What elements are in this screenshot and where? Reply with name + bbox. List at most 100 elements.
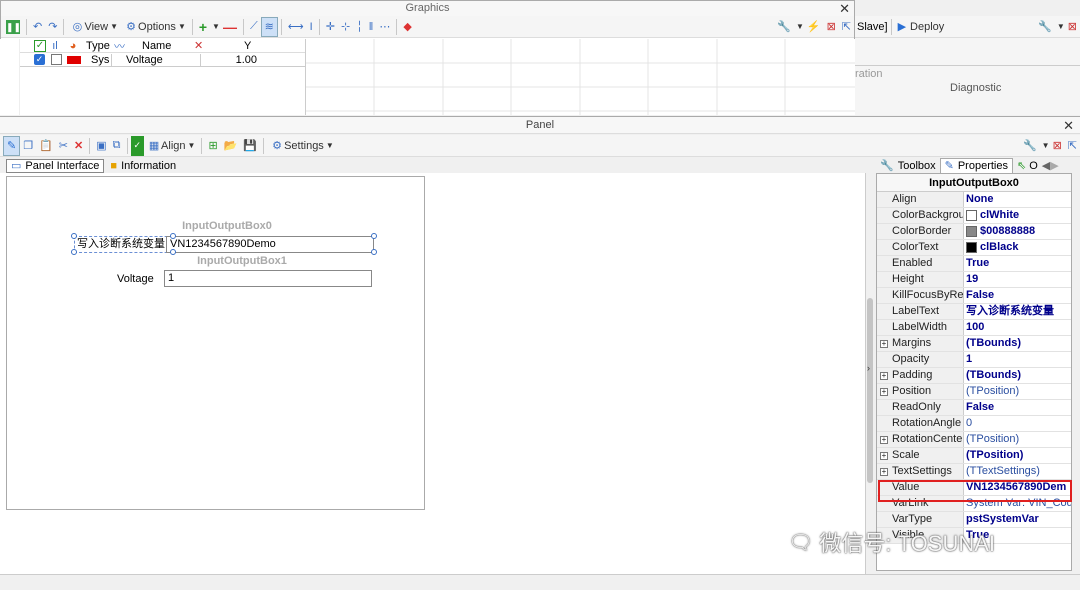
property-row[interactable]: RotationAngle 0	[877, 416, 1071, 432]
property-value[interactable]: False	[964, 400, 1071, 415]
property-row[interactable]: + Position (TPosition)	[877, 384, 1071, 400]
plot-area[interactable]	[306, 39, 855, 115]
more-icon[interactable]: ⋯	[376, 17, 393, 37]
input-output-box0[interactable]: 写入诊断系统变量 VN1234567890Demo	[71, 233, 377, 255]
expand-icon[interactable]: +	[880, 388, 888, 396]
property-row[interactable]: Height 19	[877, 272, 1071, 288]
signal-select-checkbox[interactable]	[51, 54, 62, 65]
remove-signal-button[interactable]: —	[220, 17, 240, 37]
partial-tab-label[interactable]: ration	[855, 68, 883, 80]
signal-visible-checkbox[interactable]: ✓	[34, 54, 45, 65]
right-close-window-icon[interactable]: ⊠	[1065, 17, 1080, 37]
deploy-button[interactable]: ▶ Deploy	[895, 17, 948, 37]
show-checkbox-header[interactable]: ✓	[34, 39, 46, 52]
property-row[interactable]: Opacity 1	[877, 352, 1071, 368]
bring-front-icon[interactable]: ▣	[93, 136, 109, 156]
right-wrench-icon[interactable]: 🔧	[1035, 17, 1055, 37]
property-value[interactable]: clWhite	[964, 208, 1071, 223]
tab-extra[interactable]: ⇖ O	[1013, 159, 1042, 173]
collapse-arrow-icon[interactable]: ›	[867, 363, 870, 373]
crosshair-icon[interactable]: ✛	[323, 17, 338, 37]
redo-icon[interactable]: ↷	[45, 17, 60, 37]
expand-icon[interactable]: +	[880, 372, 888, 380]
undock-icon[interactable]: ⇱	[839, 17, 854, 37]
tab-scroll-left-icon[interactable]: ◀	[1042, 159, 1050, 172]
property-row[interactable]: ColorBorder $00888888	[877, 224, 1071, 240]
cut-icon[interactable]: ✂	[56, 136, 71, 156]
signal-row[interactable]: ✓ Sys Voltage 1.00	[20, 53, 305, 67]
edit-mode-icon[interactable]: ✎	[3, 135, 21, 156]
save-icon[interactable]: 💾	[240, 136, 260, 156]
property-row[interactable]: + Padding (TBounds)	[877, 368, 1071, 384]
settings-menu[interactable]: ⚙ Settings ▼	[267, 136, 337, 156]
paste-icon[interactable]: 📋	[36, 136, 56, 156]
lightning-icon[interactable]: ⚡	[804, 17, 824, 37]
panel-undock-icon[interactable]: ⇱	[1065, 136, 1080, 156]
wrench-icon[interactable]: 🔧	[774, 17, 794, 37]
close-icon[interactable]: ✕	[839, 1, 850, 17]
expand-icon[interactable]: +	[880, 436, 888, 444]
property-value[interactable]: True	[964, 256, 1071, 271]
open-folder-icon[interactable]: 📂	[221, 136, 241, 156]
property-row[interactable]: + Scale (TPosition)	[877, 448, 1071, 464]
panel-close-window-icon[interactable]: ⊠	[1050, 136, 1065, 156]
pause-button[interactable]: ❚❚	[3, 17, 23, 37]
dual-cursor-icon[interactable]: ‖	[366, 17, 377, 37]
box0-field[interactable]: VN1234567890Demo	[166, 236, 374, 253]
undo-icon[interactable]: ↶	[30, 17, 45, 37]
panel-close-icon[interactable]: ✕	[1063, 118, 1074, 134]
property-row[interactable]: ColorBackgrour clWhite	[877, 208, 1071, 224]
box1-field[interactable]: 1	[164, 270, 372, 287]
delete-icon[interactable]: ✕	[71, 136, 86, 156]
fit-y-icon[interactable]: I	[307, 17, 316, 37]
property-value[interactable]: (TPosition)	[964, 384, 1071, 399]
property-value[interactable]: (TBounds)	[964, 336, 1071, 351]
property-value[interactable]: None	[964, 192, 1071, 207]
diagnostic-label[interactable]: Diagnostic	[950, 82, 1001, 94]
property-value[interactable]: 19	[964, 272, 1071, 287]
property-value[interactable]: pstSystemVar	[964, 512, 1071, 527]
panel-design-surface[interactable]: InputOutputBox0 写入诊断系统变量 VN1234567890Dem…	[6, 176, 425, 510]
signal-color[interactable]	[67, 55, 81, 64]
line-chart-icon[interactable]: ⟋	[247, 17, 261, 37]
eraser-icon[interactable]: ◆	[400, 17, 414, 37]
send-back-icon[interactable]: ⧉	[110, 136, 124, 156]
property-row[interactable]: ReadOnly False	[877, 400, 1071, 416]
options-menu[interactable]: ⚙ Options ▼	[121, 17, 189, 37]
property-row[interactable]: Align None	[877, 192, 1071, 208]
copy-icon[interactable]: ❐	[20, 136, 36, 156]
property-row[interactable]: ColorText clBlack	[877, 240, 1071, 256]
property-value[interactable]: (TPosition)	[964, 432, 1071, 447]
expand-icon[interactable]: +	[880, 452, 888, 460]
property-row[interactable]: KillFocusByRetuFalse	[877, 288, 1071, 304]
property-value[interactable]: 0	[964, 416, 1071, 431]
panel-wrench-icon[interactable]: 🔧	[1020, 136, 1040, 156]
view-menu[interactable]: ◎ View ▼	[67, 17, 121, 37]
property-value[interactable]: clBlack	[964, 240, 1071, 255]
property-row[interactable]: LabelWidth 100	[877, 320, 1071, 336]
property-row[interactable]: + RotationCenter (TPosition)	[877, 432, 1071, 448]
property-value[interactable]: 1	[964, 352, 1071, 367]
property-value[interactable]: 100	[964, 320, 1071, 335]
cursor-icon[interactable]: ╎	[353, 17, 366, 37]
splitter-scrollbar[interactable]	[867, 298, 873, 483]
expand-icon[interactable]: +	[880, 340, 888, 348]
property-value[interactable]: False	[964, 288, 1071, 303]
expand-icon[interactable]: +	[880, 468, 888, 476]
check-icon[interactable]: ✓	[130, 135, 145, 156]
property-row[interactable]: Enabled True	[877, 256, 1071, 272]
property-row[interactable]: + TextSettings (TTextSettings)	[877, 464, 1071, 480]
property-value[interactable]: (TPosition)	[964, 448, 1071, 463]
fit-x-icon[interactable]: ⟷	[285, 17, 307, 37]
tab-properties[interactable]: ✎ Properties	[939, 157, 1013, 174]
tab-panel-interface[interactable]: ▭ Panel Interface	[6, 158, 105, 173]
splitter[interactable]: ›	[866, 173, 874, 575]
property-value[interactable]: 写入诊断系统变量	[964, 304, 1071, 319]
tab-information[interactable]: ■ Information	[104, 160, 182, 172]
close-window-icon[interactable]: ⊠	[824, 17, 839, 37]
align-menu[interactable]: ▦ Align ▼	[144, 136, 198, 156]
stacked-chart-icon[interactable]: ≋	[260, 16, 278, 37]
tab-scroll-right-icon[interactable]: ▶	[1050, 159, 1058, 172]
tab-toolbox[interactable]: 🔧 Toolbox	[876, 159, 940, 173]
property-value[interactable]: (TBounds)	[964, 368, 1071, 383]
